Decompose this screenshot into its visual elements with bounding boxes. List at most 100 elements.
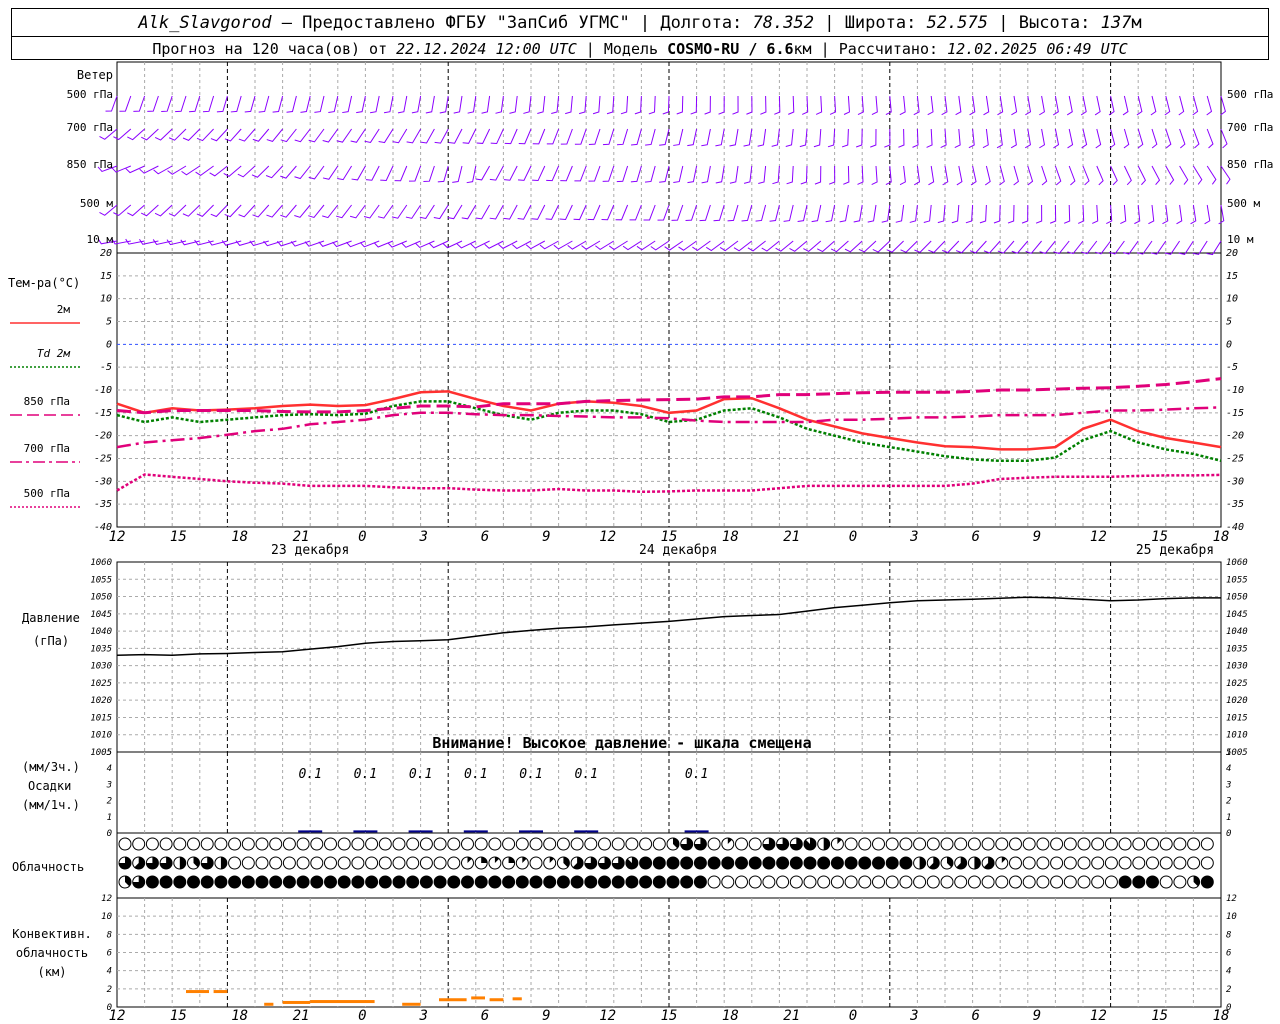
cloud-symbol bbox=[1104, 837, 1118, 851]
wind-barb bbox=[914, 165, 921, 186]
wind-barb bbox=[713, 204, 725, 222]
temp-tick-left: -30 bbox=[94, 476, 112, 487]
wind-barb bbox=[926, 128, 933, 148]
cloud-fill bbox=[680, 857, 693, 869]
precip-bar bbox=[574, 830, 599, 833]
pressure-tick-left: 1040 bbox=[90, 627, 112, 637]
wind-barb bbox=[1013, 165, 1019, 186]
wind-barb bbox=[420, 128, 435, 144]
wind-barb bbox=[294, 165, 311, 180]
wind-barb bbox=[1066, 95, 1073, 116]
wind-barb bbox=[662, 95, 670, 115]
wind-barb bbox=[489, 165, 504, 181]
wind-barb bbox=[574, 128, 587, 145]
precip-tick-left: 5 bbox=[107, 748, 112, 758]
hour-tick-label: 9 bbox=[542, 1008, 550, 1024]
wind-barb bbox=[937, 204, 946, 224]
wind-barb bbox=[648, 95, 656, 115]
conv-title-line: облачность bbox=[16, 946, 88, 960]
wind-barb bbox=[755, 204, 767, 222]
wind-barb bbox=[391, 204, 408, 219]
wind-barb bbox=[715, 165, 725, 184]
wind-barb bbox=[913, 95, 920, 116]
cloud-symbol bbox=[899, 875, 913, 889]
cloud-symbol bbox=[830, 875, 844, 889]
hour-tick-label: 12 bbox=[1090, 529, 1107, 545]
wind-barb bbox=[885, 95, 892, 116]
cloud-symbol bbox=[173, 837, 187, 851]
wind-barb bbox=[634, 95, 642, 115]
wind-barb bbox=[322, 165, 339, 180]
cloud-fill bbox=[680, 876, 693, 888]
wind-barb bbox=[349, 204, 366, 219]
wind-barb bbox=[659, 128, 670, 146]
cloud-fill bbox=[886, 857, 899, 869]
wind-barb bbox=[1165, 128, 1172, 149]
wind-barb bbox=[1150, 240, 1167, 255]
cloud-symbol bbox=[1146, 837, 1159, 851]
precip-unit-3h: (мм/3ч.) bbox=[22, 760, 80, 774]
hour-tick-label: 0 bbox=[849, 529, 857, 545]
cloud-symbol bbox=[967, 837, 981, 851]
cloud-fill bbox=[365, 876, 378, 888]
wind-barb bbox=[968, 128, 975, 149]
hour-tick-label: 18 bbox=[231, 529, 248, 545]
cloud-symbol bbox=[282, 856, 296, 870]
wind-barb bbox=[940, 128, 947, 148]
cloud-fill bbox=[571, 876, 584, 888]
wind-barb bbox=[342, 95, 353, 114]
wind-barb bbox=[466, 165, 477, 184]
wind-level-left: 10 м bbox=[87, 233, 114, 246]
temp-tick-left: -5 bbox=[100, 362, 112, 373]
temp-tick-right: 5 bbox=[1226, 317, 1232, 328]
conv-cloud-bar bbox=[489, 998, 504, 1002]
conv-tick-right: 10 bbox=[1226, 912, 1237, 922]
wind-barb bbox=[1178, 240, 1194, 255]
wind-barb bbox=[1094, 95, 1101, 116]
cloud-fill bbox=[187, 876, 200, 888]
wind-barb bbox=[133, 95, 146, 112]
conv-cloud-bar bbox=[213, 990, 228, 994]
hour-tick-label: 21 bbox=[783, 529, 800, 545]
wind-barb bbox=[495, 95, 504, 114]
cloud-fill bbox=[351, 876, 364, 888]
cloud-symbol bbox=[461, 837, 474, 851]
wind-barb bbox=[588, 165, 601, 182]
cloud-fill bbox=[612, 876, 625, 888]
cloud-symbol bbox=[625, 837, 639, 851]
wind-level-right: 850 гПа bbox=[1227, 158, 1273, 171]
wind-barb bbox=[1151, 165, 1161, 185]
wind-barb bbox=[631, 128, 642, 146]
cloud-symbol bbox=[967, 875, 981, 889]
cloud-fill bbox=[543, 876, 556, 888]
cloud-fill bbox=[201, 876, 214, 888]
precip-amount-label: 0.1 bbox=[409, 767, 432, 782]
wind-barb bbox=[1120, 204, 1127, 225]
precip-bar bbox=[298, 830, 323, 833]
hour-tick-label: 21 bbox=[293, 1008, 310, 1024]
temp-tick-left: -40 bbox=[94, 522, 112, 533]
cloud-fill bbox=[817, 857, 830, 869]
wind-barb bbox=[855, 128, 863, 148]
precip-amount-label: 0.1 bbox=[574, 767, 597, 782]
precip-bar bbox=[463, 830, 488, 833]
wind-barb bbox=[1137, 128, 1144, 149]
wind-barb bbox=[286, 95, 297, 113]
hour-tick-label: 15 bbox=[661, 1008, 678, 1024]
wind-barb bbox=[411, 95, 422, 114]
precip-bar bbox=[684, 830, 709, 833]
cloud-symbol bbox=[981, 837, 995, 851]
cloud-symbol bbox=[1050, 856, 1064, 870]
wind-barb bbox=[175, 95, 187, 113]
cloud-symbol bbox=[474, 837, 488, 851]
wind-barb bbox=[1206, 165, 1217, 185]
wind-barb bbox=[322, 128, 339, 143]
cloud-symbol bbox=[529, 837, 543, 851]
pressure-tick-left: 1010 bbox=[90, 731, 112, 741]
wind-barb bbox=[885, 165, 892, 186]
wind-barb bbox=[1011, 95, 1018, 116]
wind-barb bbox=[161, 95, 173, 113]
precip-tick-right: 2 bbox=[1226, 797, 1231, 807]
temp-legend-label: 850 гПа bbox=[24, 395, 70, 408]
wind-barb bbox=[587, 204, 601, 221]
